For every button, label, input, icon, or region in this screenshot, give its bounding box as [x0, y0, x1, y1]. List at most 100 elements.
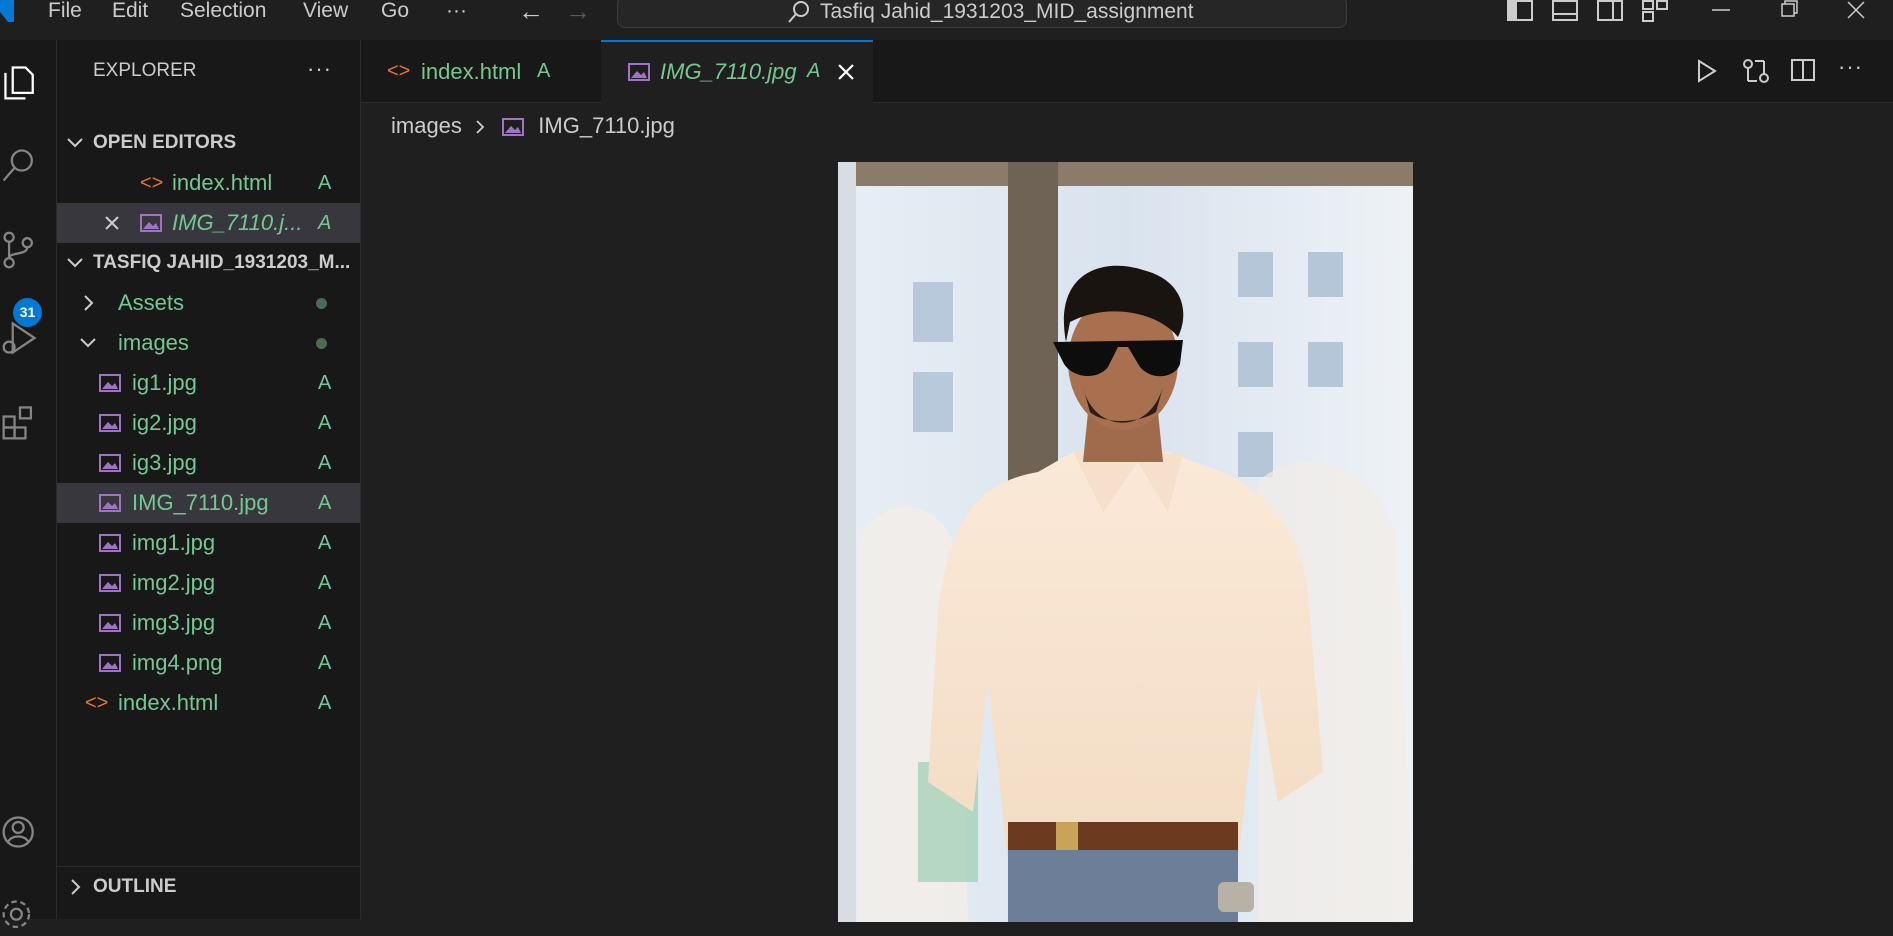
chevron-right-icon [71, 879, 81, 895]
forward-arrow-icon[interactable]: → [565, 0, 591, 24]
file-label: img4.png [132, 650, 223, 675]
image-file-icon [99, 494, 121, 512]
image-file-icon [99, 414, 121, 432]
git-status-badge: A [318, 372, 332, 394]
file-item[interactable]: ig1.jpg A [57, 363, 360, 403]
menu-file[interactable]: File [48, 0, 82, 24]
folder-item-assets[interactable]: Assets [57, 283, 360, 323]
extensions-icon[interactable] [0, 402, 40, 442]
tab-git-status: A [537, 60, 551, 82]
git-status-badge: A [318, 212, 332, 234]
editor-scrollbar[interactable] [1887, 103, 1893, 919]
workspace-folder-section[interactable]: TASFIQ JAHID_1931203_M... [57, 243, 360, 283]
tab-git-status: A [807, 60, 821, 82]
folder-label: Assets [118, 290, 185, 315]
open-editors-title: OPEN EDITORS [93, 132, 237, 153]
image-file-icon [628, 63, 650, 81]
restore-icon[interactable] [1778, 0, 1800, 20]
explorer-files-icon[interactable] [0, 62, 40, 102]
image-file-icon [99, 574, 121, 592]
outline-section[interactable]: OUTLINE [57, 866, 360, 907]
file-label: ig1.jpg [132, 370, 197, 395]
file-item[interactable]: img3.jpg A [57, 603, 360, 643]
toggle-panel-icon[interactable] [1552, 0, 1578, 22]
close-tab-icon[interactable] [837, 63, 855, 81]
manage-gear-icon[interactable] [0, 896, 40, 936]
file-label: img3.jpg [132, 610, 216, 635]
git-status-badge: A [318, 652, 332, 674]
explorer-more-actions[interactable]: ··· [307, 56, 332, 82]
explorer-title: EXPLORER [93, 60, 197, 81]
file-label: ig2.jpg [132, 410, 197, 435]
file-label: IMG_7110.jpg [132, 490, 269, 515]
toggle-primary-sidebar-icon[interactable] [1507, 0, 1533, 22]
file-item[interactable]: img4.png A [57, 643, 360, 683]
html-file-icon: <> [85, 692, 109, 714]
close-editor-icon[interactable] [104, 215, 120, 231]
title-bar: File Edit Selection View Go ··· ← → Tasf… [0, 0, 1893, 40]
menu-selection[interactable]: Selection [180, 0, 266, 24]
compare-changes-icon[interactable] [1741, 57, 1771, 85]
image-file-icon [99, 374, 121, 392]
search-view-icon[interactable] [0, 146, 40, 186]
tab-img-7110[interactable]: IMG_7110.jpg A [601, 40, 873, 103]
file-label: ig3.jpg [132, 450, 197, 475]
image-preview [838, 162, 1413, 922]
close-window-icon[interactable] [1845, 0, 1867, 20]
menu-edit[interactable]: Edit [112, 0, 148, 24]
file-item[interactable]: ig3.jpg A [57, 443, 360, 483]
open-editor-item[interactable]: IMG_7110.j... A [57, 203, 360, 243]
breadcrumb-folder[interactable]: images [391, 113, 462, 138]
source-control-icon[interactable] [0, 230, 40, 270]
open-editor-label: index.html [172, 170, 273, 195]
folder-item-images[interactable]: images [57, 323, 360, 363]
run-and-debug-icon[interactable] [0, 318, 40, 358]
menu-go[interactable]: Go [381, 0, 409, 24]
chevron-right-icon [84, 295, 94, 311]
file-item-selected[interactable]: IMG_7110.jpg A [57, 483, 360, 523]
open-editor-label: IMG_7110.j... [172, 210, 303, 235]
activity-bar: 31 [0, 40, 57, 929]
accounts-icon[interactable] [0, 812, 40, 852]
customize-layout-icon[interactable] [1642, 0, 1668, 22]
split-editor-icon[interactable] [1790, 57, 1816, 83]
git-status-badge: A [318, 692, 332, 714]
git-status-badge: A [318, 172, 332, 194]
git-status-badge: A [318, 452, 332, 474]
more-actions-icon[interactable]: ··· [1838, 54, 1863, 80]
portrait-photo [838, 162, 1413, 922]
file-label: img1.jpg [132, 530, 216, 555]
folder-label: images [118, 330, 189, 355]
breadcrumb-file[interactable]: IMG_7110.jpg [538, 113, 675, 138]
image-file-icon [99, 534, 121, 552]
git-status-badge: A [318, 612, 332, 634]
file-label: index.html [118, 690, 219, 715]
tab-label: index.html [421, 59, 522, 84]
file-item[interactable]: <> index.html A [57, 683, 360, 723]
command-center-search[interactable]: Tasfiq Jahid_1931203_MID_assignment [617, 0, 1347, 28]
open-editors-section[interactable]: OPEN EDITORS [57, 123, 360, 163]
menu-view[interactable]: View [303, 0, 348, 24]
file-item[interactable]: ig2.jpg A [57, 403, 360, 443]
chevron-down-icon [67, 138, 83, 148]
file-item[interactable]: img2.jpg A [57, 563, 360, 603]
chevron-right-icon [476, 120, 485, 134]
run-icon[interactable] [1695, 58, 1719, 84]
image-file-icon [99, 454, 121, 472]
minimize-icon[interactable] [1710, 0, 1732, 20]
open-editor-item[interactable]: <> index.html A [57, 163, 360, 203]
file-item[interactable]: img1.jpg A [57, 523, 360, 563]
html-file-icon: <> [140, 172, 164, 194]
tab-label: IMG_7110.jpg [660, 59, 797, 84]
tab-index-html[interactable]: <> index.html A [361, 40, 601, 103]
image-file-icon [99, 614, 121, 632]
git-status-badge: A [318, 412, 332, 434]
breadcrumb: images IMG_7110.jpg [391, 113, 675, 139]
menu-more[interactable]: ··· [446, 0, 467, 24]
back-arrow-icon[interactable]: ← [518, 0, 544, 24]
modified-dot-icon [316, 338, 327, 349]
toggle-secondary-sidebar-icon[interactable] [1597, 0, 1623, 22]
git-status-badge: A [318, 492, 332, 514]
git-status-badge: A [318, 572, 332, 594]
chevron-down-icon [80, 338, 96, 348]
